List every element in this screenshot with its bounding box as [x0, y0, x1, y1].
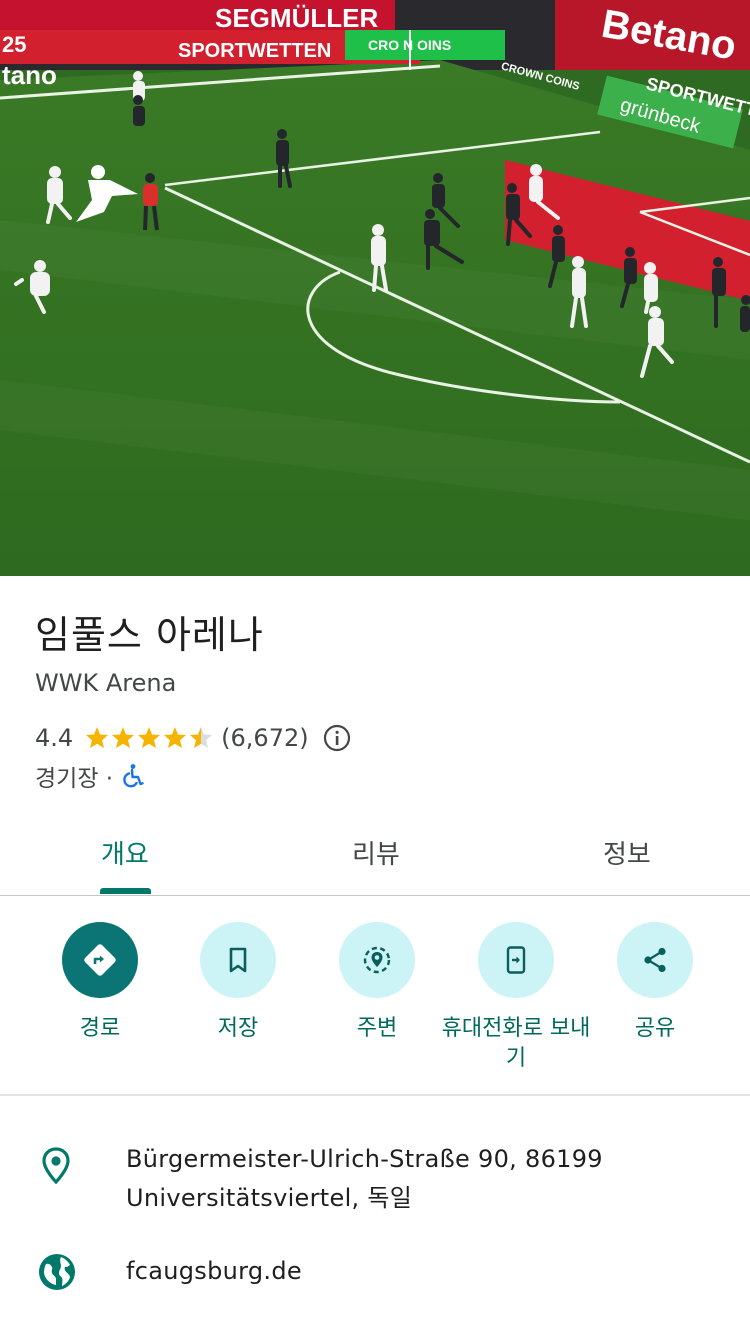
- bookmark-icon: [229, 947, 247, 973]
- rating-value: 4.4: [35, 724, 74, 752]
- send-to-phone-icon: [506, 946, 526, 974]
- website-link[interactable]: fcaugsburg.de: [126, 1252, 302, 1290]
- send-to-phone-button[interactable]: 휴대전화로 보내기: [442, 922, 590, 1074]
- nearby-button[interactable]: 주변: [307, 922, 447, 1044]
- send-to-phone-button-circle[interactable]: [478, 922, 554, 998]
- nearby-button-circle[interactable]: [339, 922, 415, 998]
- section-divider: [0, 1094, 750, 1096]
- directions-button[interactable]: 경로: [30, 922, 170, 1044]
- tab-about[interactable]: 정보: [603, 834, 651, 871]
- save-button[interactable]: 저장: [168, 922, 308, 1044]
- category-row: 경기장 ·: [35, 760, 145, 792]
- tab-reviews[interactable]: 리뷰: [352, 834, 400, 871]
- share-button-circle[interactable]: [617, 922, 693, 998]
- location-pin-icon: [37, 1146, 75, 1190]
- nearby-label: 주변: [356, 1016, 398, 1041]
- share-button[interactable]: 공유: [585, 922, 725, 1044]
- wheelchair-accessible-icon[interactable]: [119, 763, 145, 789]
- tab-bar: 개요 리뷰 정보: [0, 820, 750, 896]
- nearby-icon: [363, 946, 391, 974]
- ad-board-betano-left: tano: [2, 60, 57, 90]
- website-row[interactable]: fcaugsburg.de: [0, 1252, 750, 1296]
- star-icon: [86, 727, 109, 748]
- share-icon: [644, 947, 666, 973]
- directions-label: 경로: [79, 1016, 121, 1041]
- save-button-circle[interactable]: [200, 922, 276, 998]
- star-icon: [164, 727, 187, 748]
- ad-board-sportwetten-left: SPORTWETTEN: [178, 40, 331, 62]
- share-label: 공유: [634, 1016, 676, 1041]
- place-photo[interactable]: SEGMÜLLER SPORTWETTEN CRO N OINS Betano …: [0, 0, 750, 576]
- globe-icon: [37, 1252, 77, 1296]
- send-to-phone-label: 휴대전화로 보내기: [441, 1016, 591, 1071]
- active-tab-indicator: [100, 888, 151, 894]
- ad-board-score: 25: [2, 32, 26, 57]
- place-category: 경기장 ·: [35, 766, 114, 792]
- next-row-icon: [37, 1326, 77, 1333]
- info-icon[interactable]: [323, 724, 351, 752]
- star-icon: [138, 727, 161, 748]
- review-count: (6,672): [221, 724, 309, 752]
- save-label: 저장: [217, 1016, 259, 1041]
- directions-button-circle[interactable]: [62, 922, 138, 998]
- place-subtitle: WWK Arena: [35, 669, 177, 697]
- rating-stars: [85, 725, 213, 751]
- place-title: 임풀스 아레나: [35, 613, 264, 657]
- star-icon: [112, 727, 135, 748]
- rating-row[interactable]: 4.4 (6,672): [35, 720, 351, 756]
- address-line-2: Universitätsviertel, 독일: [126, 1184, 413, 1212]
- directions-icon: [84, 944, 116, 976]
- address-line-1: Bürgermeister-Ulrich-Straße 90, 86199: [126, 1145, 603, 1173]
- tab-overview[interactable]: 개요: [101, 834, 149, 871]
- address-row[interactable]: Bürgermeister-Ulrich-Straße 90, 86199 Un…: [0, 1140, 750, 1226]
- half-star-icon: [190, 727, 213, 748]
- ad-board-segmuller: SEGMÜLLER: [215, 3, 378, 33]
